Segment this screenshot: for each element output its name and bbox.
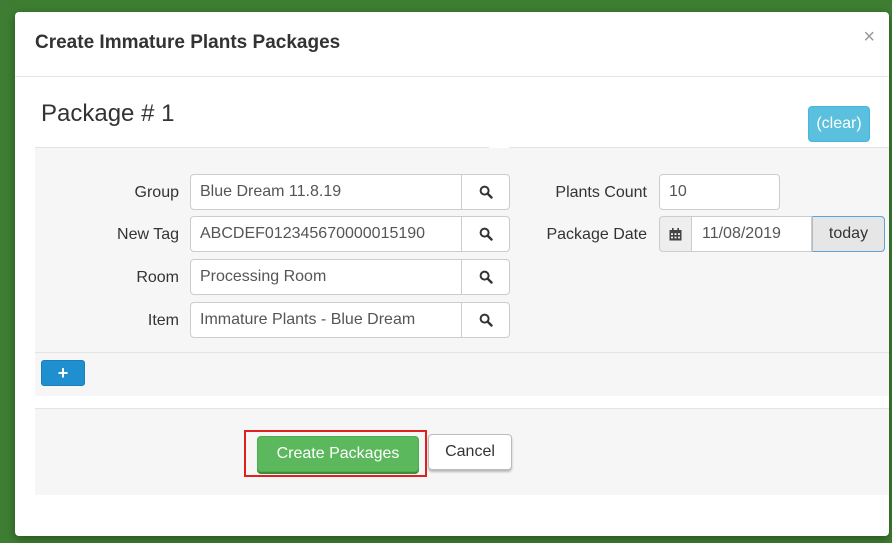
package-title: Package # 1 (41, 100, 175, 127)
room-search-button[interactable] (462, 259, 510, 295)
header-divider-left (35, 147, 489, 148)
new-tag-input-group: ABCDEF012345670000015190 (190, 216, 510, 252)
group-input-group: Blue Dream 11.8.19 (190, 174, 510, 210)
new-tag-search-button[interactable] (462, 216, 510, 252)
item-label: Item (147, 312, 179, 329)
room-input-group: Processing Room (190, 259, 510, 295)
add-row-divider (35, 352, 889, 353)
package-header: Package # 1 (clear) (35, 80, 889, 148)
item-search-button[interactable] (462, 302, 510, 338)
new-tag-label: New Tag (117, 226, 179, 243)
item-input-group: Immature Plants - Blue Dream (190, 302, 510, 338)
modal-header: Create Immature Plants Packages × (15, 12, 889, 77)
calendar-icon[interactable] (659, 216, 691, 252)
room-label: Room (136, 269, 179, 286)
search-icon (479, 227, 493, 241)
search-icon (479, 313, 493, 327)
room-input[interactable]: Processing Room (190, 259, 462, 295)
search-icon (479, 185, 493, 199)
plants-count-input[interactable]: 10 (659, 174, 780, 210)
clear-button[interactable]: (clear) (808, 106, 870, 142)
cancel-button[interactable]: Cancel (428, 434, 512, 470)
group-label: Group (134, 184, 179, 201)
package-date-input-group: 11/08/2019 today (659, 216, 885, 252)
group-search-button[interactable] (462, 174, 510, 210)
modal-title: Create Immature Plants Packages (35, 32, 341, 53)
new-tag-input[interactable]: ABCDEF012345670000015190 (190, 216, 462, 252)
plants-count-label: Plants Count (555, 184, 647, 201)
package-date-label: Package Date (546, 226, 647, 243)
package-date-input[interactable]: 11/08/2019 (691, 216, 812, 252)
create-packages-modal: Create Immature Plants Packages × Packag… (15, 12, 889, 536)
today-button[interactable]: today (812, 216, 885, 252)
search-icon (479, 270, 493, 284)
plus-icon: + (57, 363, 69, 383)
close-icon[interactable]: × (863, 27, 875, 47)
group-input[interactable]: Blue Dream 11.8.19 (190, 174, 462, 210)
add-package-button[interactable]: + (41, 360, 85, 386)
create-packages-button[interactable]: Create Packages (257, 436, 419, 472)
item-input[interactable]: Immature Plants - Blue Dream (190, 302, 462, 338)
header-divider-right (509, 147, 889, 148)
package-section: Package # 1 (clear) Group Blue Dream 11.… (35, 80, 889, 396)
